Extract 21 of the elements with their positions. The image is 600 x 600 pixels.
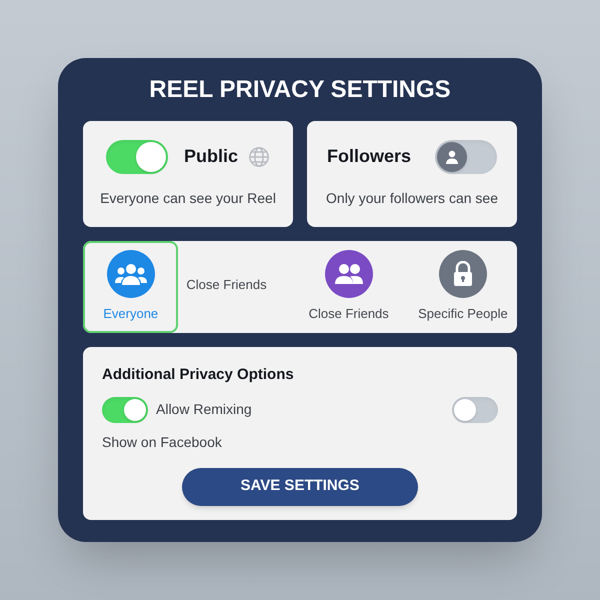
toggle-switch[interactable] [452, 396, 498, 422]
toggle-switch[interactable] [106, 140, 168, 174]
section-title: Additional Privacy Options [102, 365, 295, 385]
audience-option[interactable]: Close Friends [294, 241, 403, 333]
audience-label: Close Friends [186, 276, 267, 294]
people-icon [334, 263, 364, 286]
toggle-switch[interactable] [435, 140, 497, 174]
option-description: Only your followers can see [326, 188, 498, 208]
option-title: Followers [326, 145, 411, 168]
option-title: Public [184, 145, 238, 168]
lock-icon [452, 261, 474, 288]
person-icon [444, 148, 460, 164]
globe-icon [248, 146, 270, 168]
toggle-switch[interactable] [102, 396, 148, 422]
option-label: Show on Facebook [102, 432, 223, 452]
option-label: Allow Remixing [156, 400, 252, 419]
group-icon [114, 263, 147, 286]
panel-title: REEL PRIVACY SETTINGS [148, 75, 452, 105]
option-description: Everyone can see your Reel [100, 188, 276, 208]
audience-option[interactable]: Specific People [408, 241, 517, 333]
save-button[interactable]: SAVE SETTINGS [182, 468, 418, 506]
